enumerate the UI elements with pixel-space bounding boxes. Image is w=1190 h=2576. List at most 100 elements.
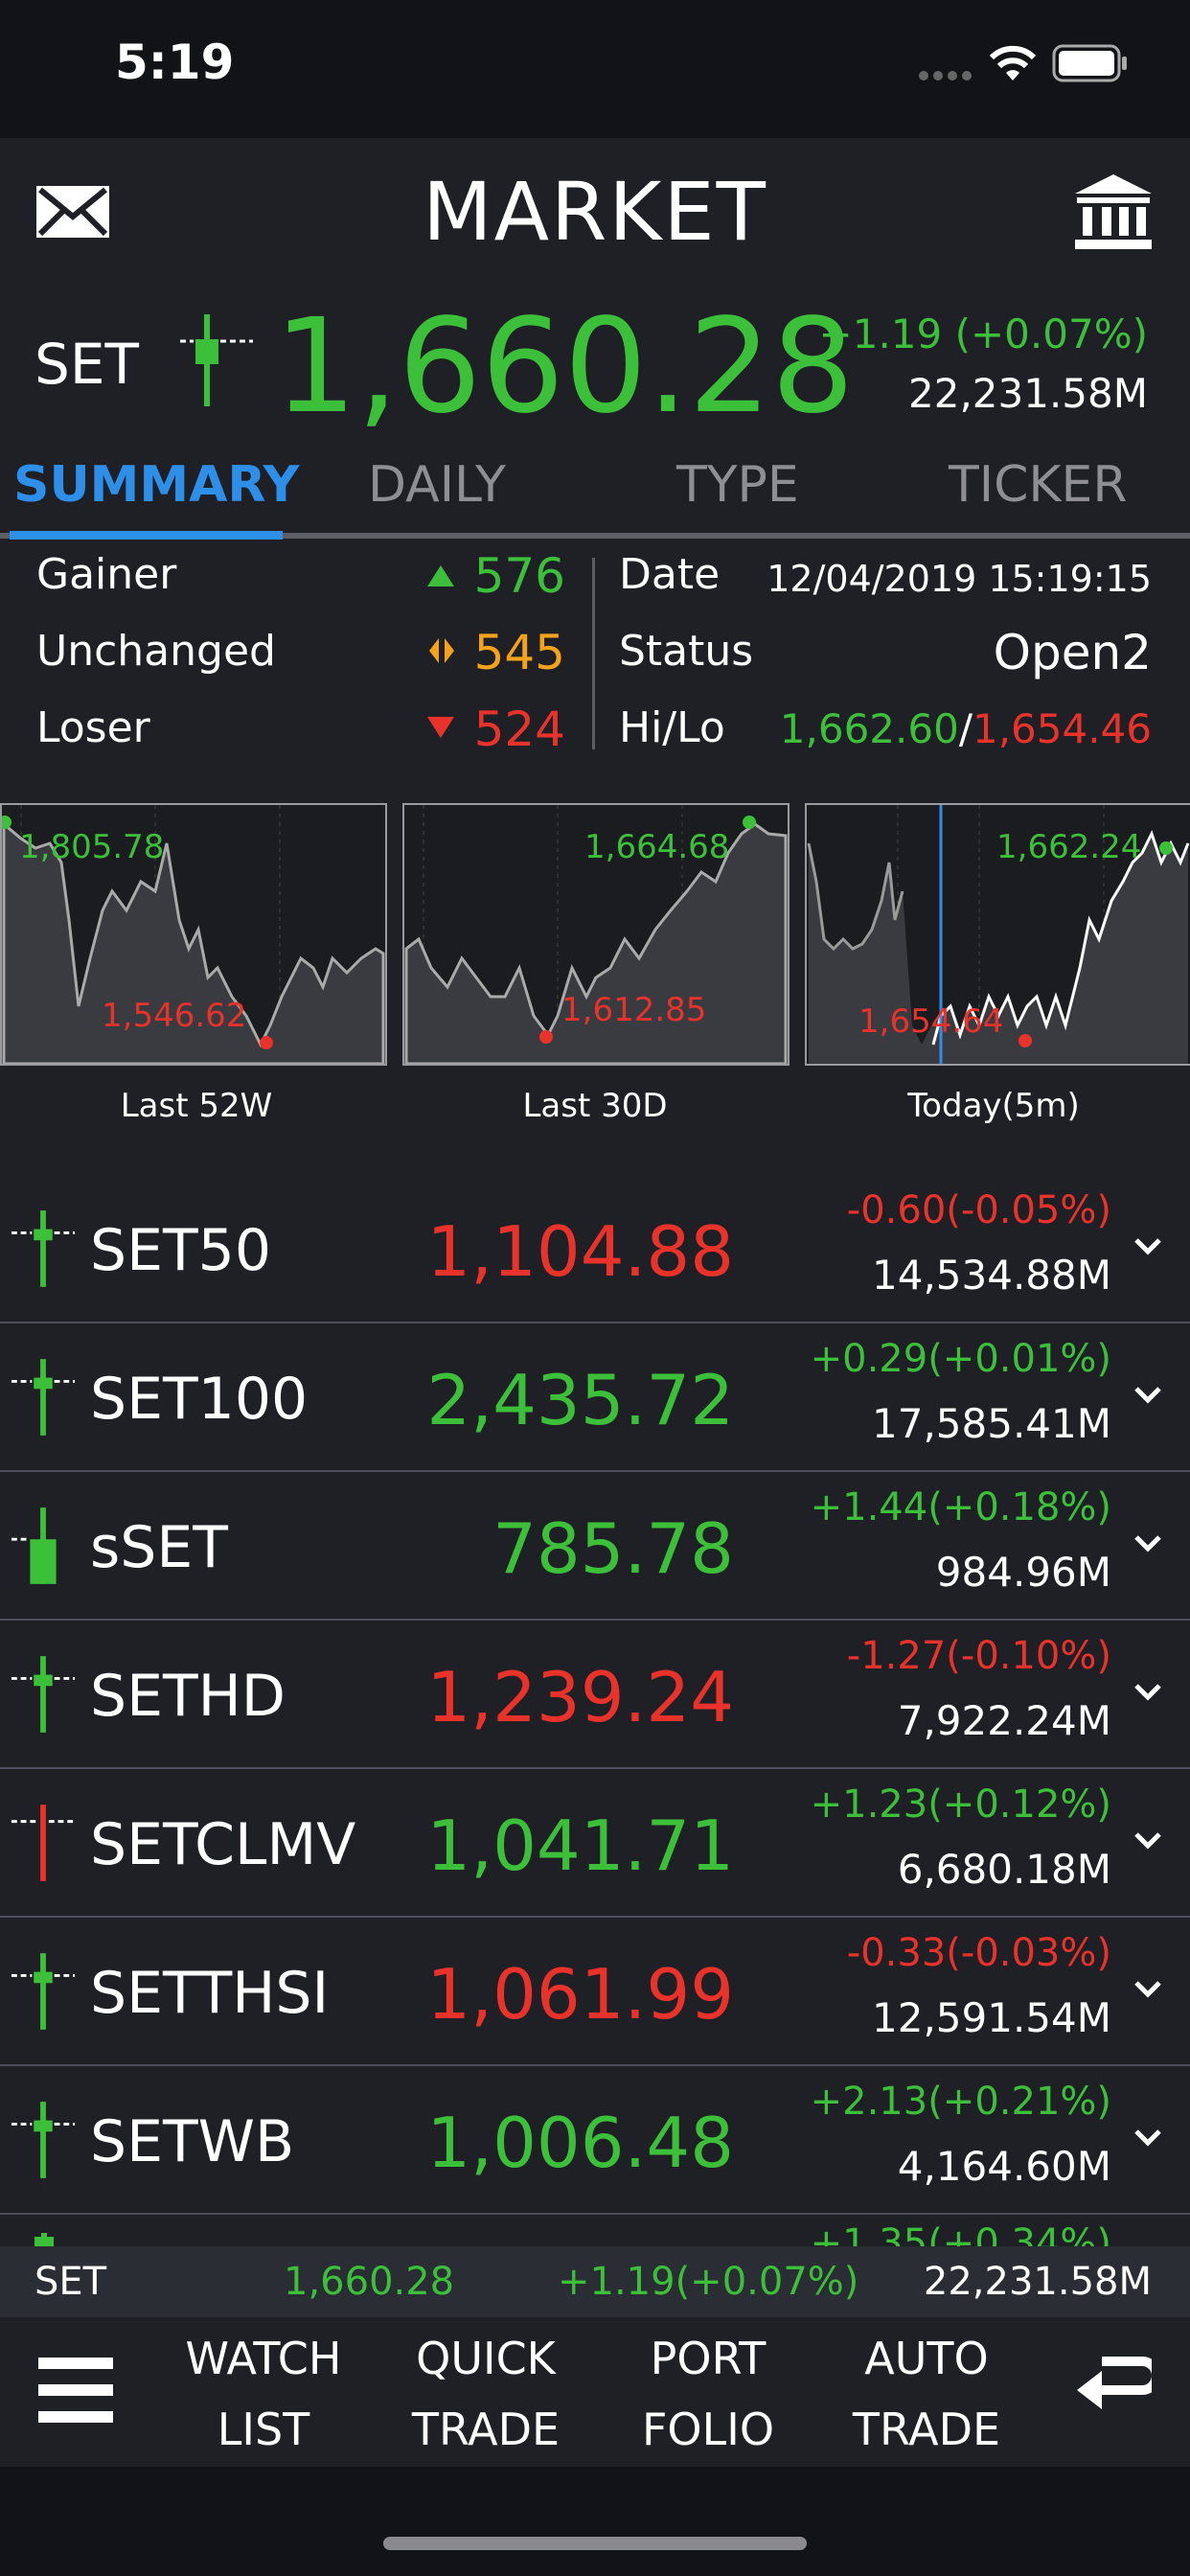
- index-name: SETHD: [90, 1663, 286, 1730]
- status-label: Status: [619, 627, 754, 676]
- partial-row-change: +1.35(+0.34%): [810, 2221, 1111, 2246]
- battery-icon: [1052, 44, 1127, 82]
- index-row-volume: 984.96M: [935, 1549, 1111, 1596]
- nav-watch-list[interactable]: WATCH LIST: [163, 2323, 364, 2465]
- home-indicator[interactable]: [383, 2537, 807, 2550]
- tab-active-indicator: [10, 531, 283, 540]
- tab-summary[interactable]: SUMMARY: [13, 456, 299, 514]
- chevron-down-icon[interactable]: [1129, 1524, 1167, 1562]
- candle-icon: [34, 2233, 54, 2246]
- loser-label: Loser: [36, 703, 150, 752]
- chart-today-caption: Today(5m): [907, 1087, 1080, 1125]
- list-item-partial[interactable]: +1.35(+0.34%): [0, 2195, 1190, 2246]
- unchanged-label: Unchanged: [36, 627, 276, 676]
- index-row-value: 2,435.72: [426, 1360, 734, 1440]
- chart-last-52w[interactable]: 1,805.78 1,546.62: [0, 803, 387, 1066]
- index-change: +1.19 (+0.07%): [818, 310, 1148, 357]
- tab-type[interactable]: TYPE: [676, 456, 799, 514]
- index-row-value: 1,239.24: [426, 1657, 734, 1737]
- index-value: 1,660.28: [274, 291, 855, 443]
- index-row-change: -0.60(-0.05%): [846, 1188, 1111, 1232]
- list-item[interactable]: SETWB 1,006.48 +2.13(+0.21%) 4,164.60M: [0, 2066, 1190, 2215]
- ticker-value: 1,660.28: [284, 2260, 455, 2304]
- chevron-down-icon[interactable]: [1129, 1821, 1167, 1859]
- chart-52w-high: 1,805.78: [19, 828, 165, 866]
- index-row-change: +1.23(+0.12%): [810, 1782, 1111, 1827]
- index-row-change: +0.29(+0.01%): [810, 1337, 1111, 1381]
- ticker-volume: 22,231.58M: [923, 2260, 1152, 2304]
- tab-daily[interactable]: DAILY: [368, 456, 506, 514]
- back-icon[interactable]: [1075, 2356, 1152, 2419]
- index-name: SETWB: [90, 2108, 295, 2175]
- nav-auto-trade[interactable]: AUTO TRADE: [826, 2323, 1027, 2465]
- index-name: SETTHSI: [90, 1960, 330, 2027]
- list-item[interactable]: sSET 785.78 +1.44(+0.18%) 984.96M: [0, 1472, 1190, 1621]
- index-row-value: 1,041.71: [426, 1806, 734, 1886]
- chevron-down-icon[interactable]: [1129, 1969, 1167, 2008]
- nav-portfolio-line2: FOLIO: [641, 2404, 775, 2455]
- chevron-down-icon[interactable]: [1129, 1227, 1167, 1265]
- ticker-bar[interactable]: SET 1,660.28 +1.19(+0.07%) 22,231.58M: [0, 2246, 1190, 2317]
- nav-portfolio[interactable]: PORT FOLIO: [607, 2323, 809, 2465]
- chart-today-5m[interactable]: 1,662.24 1,654.64: [805, 803, 1190, 1066]
- index-row-volume: 4,164.60M: [897, 2143, 1111, 2190]
- summary-divider: [592, 558, 595, 749]
- list-item[interactable]: SETCLMV 1,041.71 +1.23(+0.12%) 6,680.18M: [0, 1769, 1190, 1918]
- nav-quick-trade-line1: QUICK: [416, 2333, 556, 2384]
- index-row-volume: 12,591.54M: [872, 1994, 1111, 2041]
- chart-today-low: 1,654.64: [858, 1002, 1004, 1041]
- candle-icon: [11, 2102, 76, 2178]
- gainer-value: 576: [473, 548, 565, 604]
- index-name: SET50: [90, 1217, 271, 1284]
- gainer-label: Gainer: [36, 550, 177, 599]
- index-row-change: +2.13(+0.21%): [810, 2080, 1111, 2124]
- chevron-down-icon[interactable]: [1129, 2118, 1167, 2156]
- chevron-down-icon[interactable]: [1129, 1375, 1167, 1414]
- home-indicator-area: [0, 2467, 1190, 2576]
- unchanged-value: 545: [473, 625, 565, 680]
- tab-bar: SUMMARY DAILY TYPE TICKER: [0, 456, 1190, 540]
- chevron-down-icon[interactable]: [1129, 1672, 1167, 1711]
- list-item[interactable]: SET50 1,104.88 -0.60(-0.05%) 14,534.88M: [0, 1175, 1190, 1323]
- chart-30d-low: 1,612.85: [561, 991, 707, 1029]
- chart-30d-caption: Last 30D: [522, 1087, 668, 1125]
- index-row-value: 1,006.48: [426, 2103, 734, 2183]
- candle-icon: [11, 1507, 57, 1584]
- status-value: Open2: [993, 625, 1152, 680]
- unchanged-icon: [429, 638, 454, 663]
- nav-auto-trade-line1: AUTO: [864, 2333, 989, 2384]
- menu-icon[interactable]: [38, 2356, 113, 2425]
- list-item[interactable]: SET100 2,435.72 +0.29(+0.01%) 17,585.41M: [0, 1323, 1190, 1472]
- up-arrow-icon: [427, 565, 454, 586]
- candle-icon: [11, 1805, 76, 1881]
- candle-icon: [11, 1656, 76, 1733]
- index-row-change: -0.33(-0.03%): [846, 1931, 1111, 1975]
- list-item[interactable]: SETHD 1,239.24 -1.27(-0.10%) 7,922.24M: [0, 1621, 1190, 1769]
- index-row-volume: 6,680.18M: [897, 1846, 1111, 1893]
- index-name: SET100: [90, 1366, 309, 1433]
- candle-icon: [11, 1953, 76, 2030]
- loser-value: 524: [473, 702, 565, 757]
- index-row-change: +1.44(+0.18%): [810, 1485, 1111, 1530]
- index-name: SETCLMV: [90, 1811, 356, 1878]
- chart-last-30d[interactable]: 1,664.68 1,612.85: [402, 803, 790, 1066]
- list-item[interactable]: SETTHSI 1,061.99 -0.33(-0.03%) 12,591.54M: [0, 1918, 1190, 2066]
- index-row-value: 1,104.88: [426, 1211, 734, 1292]
- index-volume: 22,231.58M: [908, 370, 1148, 417]
- hilo-values: 1,662.60/1,654.46: [780, 705, 1152, 752]
- down-arrow-icon: [427, 717, 454, 738]
- nav-quick-trade[interactable]: QUICK TRADE: [385, 2323, 586, 2465]
- lo-value: 1,654.46: [972, 705, 1152, 752]
- index-row-change: -1.27(-0.10%): [846, 1634, 1111, 1678]
- page-title: MARKET: [423, 165, 767, 259]
- hilo-label: Hi/Lo: [619, 703, 725, 752]
- bank-icon[interactable]: [1073, 172, 1154, 251]
- hilo-separator: /: [958, 705, 973, 752]
- index-label: SET: [34, 332, 139, 397]
- chart-52w-caption: Last 52W: [120, 1087, 273, 1125]
- candle-icon: [11, 1359, 76, 1436]
- nav-watch-list-line2: LIST: [217, 2404, 310, 2455]
- nav-portfolio-line1: PORT: [650, 2333, 767, 2384]
- tab-ticker[interactable]: TICKER: [949, 456, 1128, 514]
- candle-icon: [11, 1210, 76, 1287]
